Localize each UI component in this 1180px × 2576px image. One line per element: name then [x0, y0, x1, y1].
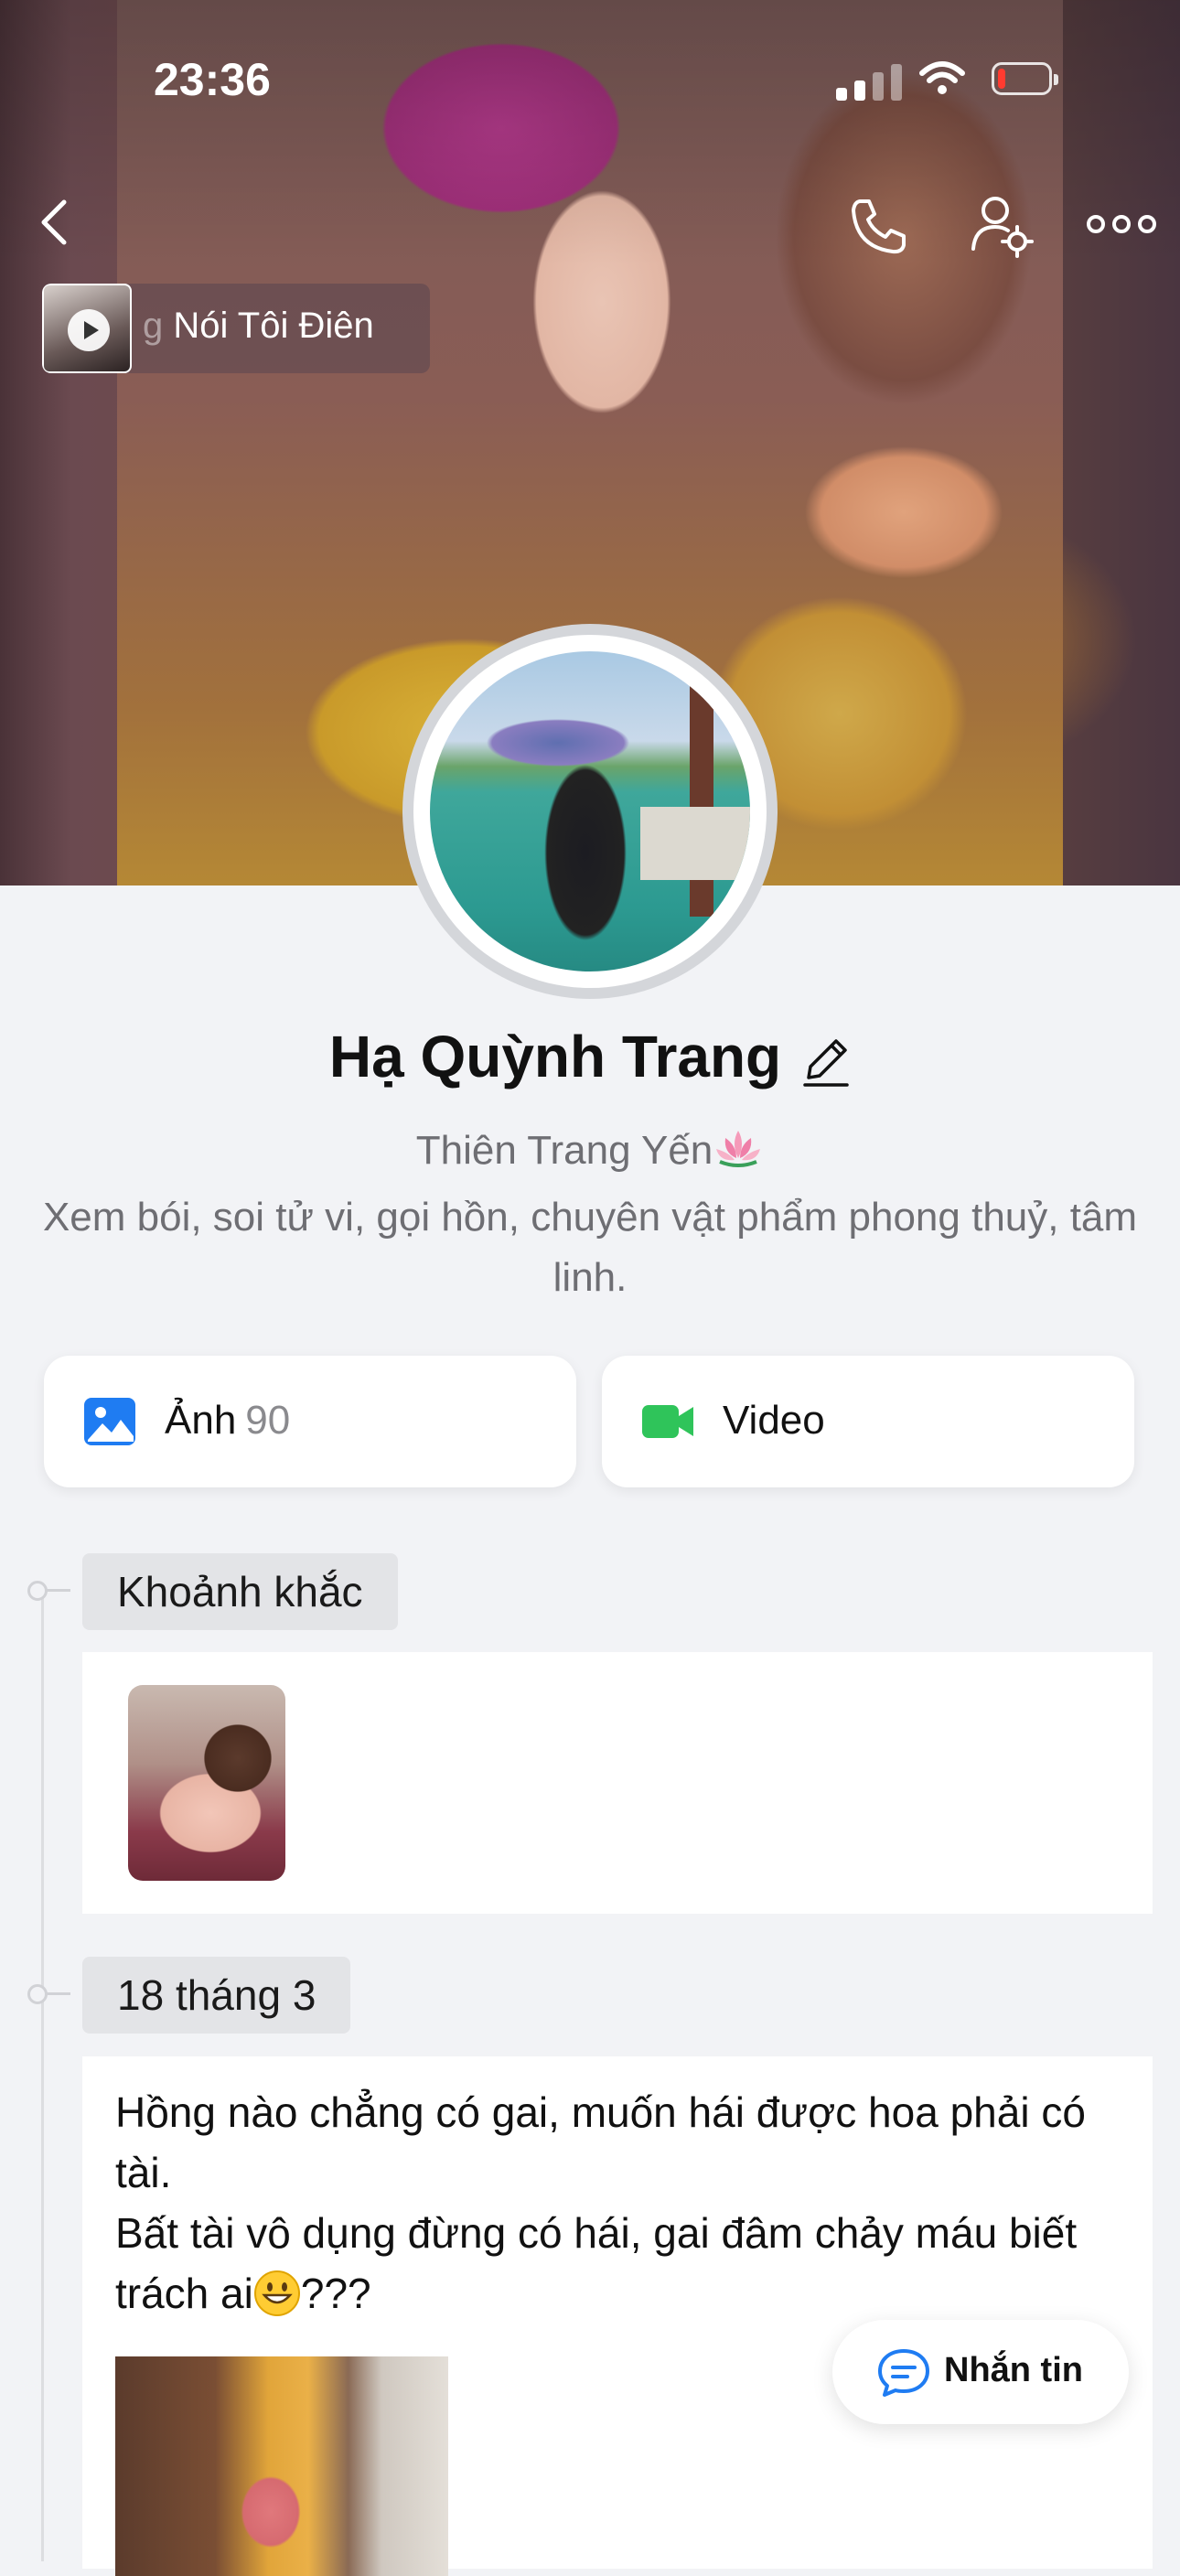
timeline-dot	[27, 1581, 70, 1601]
videos-label: Video	[723, 1398, 825, 1443]
photos-label: Ảnh	[165, 1398, 237, 1443]
timeline-dot	[27, 1984, 70, 2004]
moment-thumbnail[interactable]	[128, 1685, 285, 1881]
more-icon[interactable]	[1087, 201, 1156, 247]
phone-icon[interactable]	[847, 194, 911, 258]
videos-button[interactable]: Video	[602, 1356, 1134, 1487]
edit-icon[interactable]	[799, 1034, 851, 1089]
profile-music[interactable]: g Nói Tôi Điên	[42, 284, 430, 373]
music-title: Nói Tôi Điên	[173, 306, 374, 346]
message-label: Nhắn tin	[944, 2351, 1083, 2389]
grinning-face-icon	[253, 2270, 300, 2316]
post-card[interactable]: Hồng nào chẳng có gai, muốn hái được hoa…	[82, 2056, 1153, 2576]
battery-icon	[992, 62, 1058, 95]
chat-bubble-icon	[878, 2349, 929, 2397]
moments-tag: Khoảnh khắc	[82, 1553, 398, 1630]
post-image[interactable]	[115, 2356, 448, 2576]
message-button[interactable]: Nhắn tin	[832, 2320, 1129, 2424]
photo-icon	[84, 1398, 135, 1445]
post-text-line-2-end: ???	[300, 2270, 371, 2317]
post-date-tag: 18 tháng 3	[82, 1957, 351, 2034]
photos-button[interactable]: Ảnh 90	[44, 1356, 576, 1487]
bio-name: Thiên Trang Yến	[415, 1128, 713, 1173]
bio-line-1: Thiên Trang Yến	[0, 1127, 1180, 1174]
signal-icon	[836, 64, 902, 101]
avatar-detail-rail	[640, 807, 750, 880]
video-icon	[642, 1405, 693, 1438]
status-time: 23:36	[154, 54, 271, 105]
lotus-icon	[716, 1131, 761, 1167]
profile-name-row: Hạ Quỳnh Trang	[0, 1023, 1180, 1090]
moments-card	[82, 1652, 1153, 1914]
avatar-detail-pillar	[690, 679, 713, 917]
avatar[interactable]	[402, 624, 778, 999]
play-icon[interactable]	[68, 309, 110, 351]
timeline-line	[41, 1592, 44, 2561]
post-text-line-1: Hồng nào chẳng có gai, muốn hái được hoa…	[115, 2088, 1086, 2196]
wifi-icon	[919, 61, 965, 94]
music-cover	[42, 284, 132, 373]
user-settings-icon[interactable]	[968, 192, 1035, 260]
avatar-border	[413, 635, 767, 988]
music-title-wrap: g Nói Tôi Điên	[143, 306, 374, 347]
photos-count: 90	[245, 1398, 291, 1443]
bio-description: Xem bói, soi tử vi, gọi hồn, chuyên vật …	[42, 1195, 1138, 1300]
photos-label-wrap: Ảnh 90	[165, 1398, 290, 1444]
post-text: Hồng nào chẳng có gai, muốn hái được hoa…	[115, 2082, 1131, 2324]
back-icon[interactable]	[37, 197, 73, 248]
profile-name: Hạ Quỳnh Trang	[328, 1024, 782, 1089]
avatar-image	[430, 651, 750, 971]
music-title-fade: g	[143, 306, 174, 346]
